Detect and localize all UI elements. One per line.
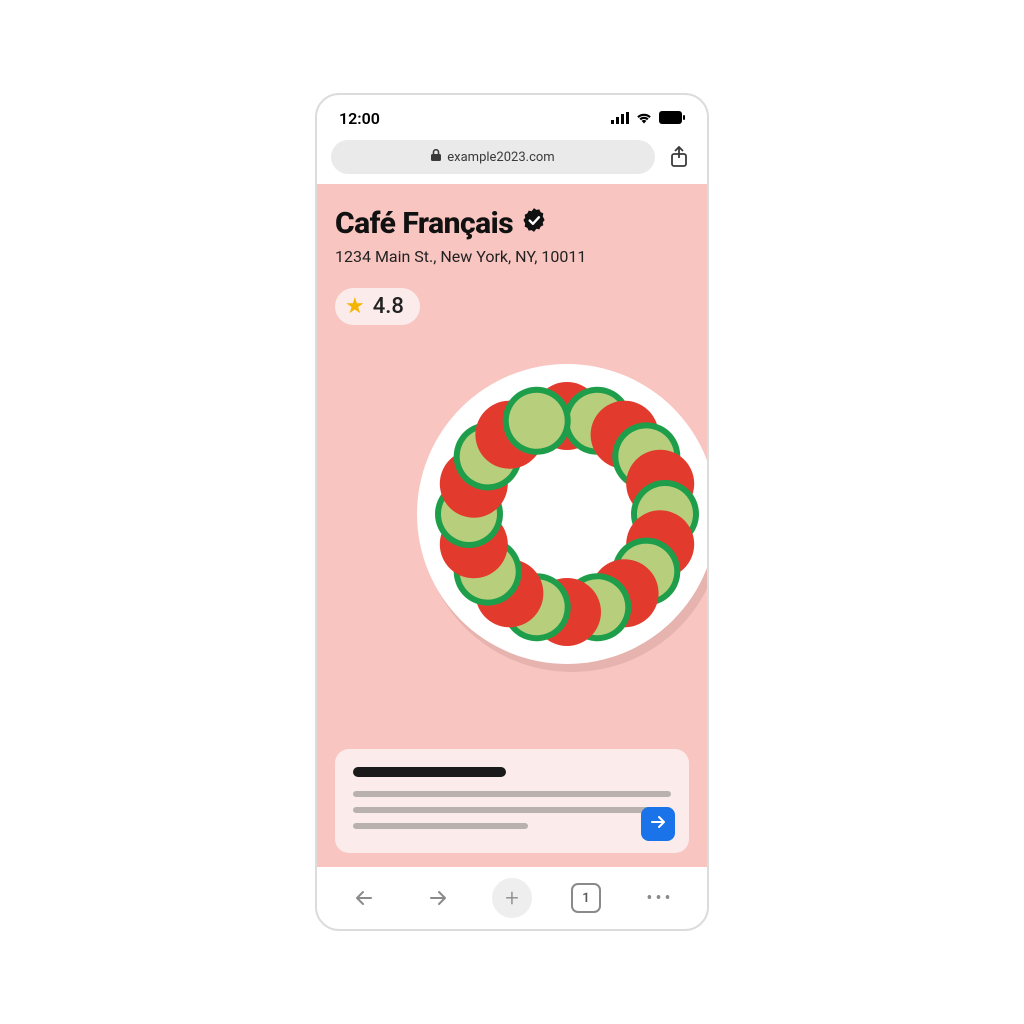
more-icon: ••• xyxy=(646,888,673,909)
status-bar: 12:00 xyxy=(317,95,707,134)
address-url: example2023.com xyxy=(447,150,554,165)
phone-frame: 12:00 example2023.com xyxy=(315,93,709,931)
card-text-placeholder xyxy=(353,823,528,829)
wifi-icon xyxy=(635,109,653,128)
browser-toolbar: example2023.com xyxy=(317,134,707,184)
browser-bottom-bar: + 1 ••• xyxy=(317,867,707,929)
restaurant-name: Café Français xyxy=(335,206,513,241)
menu-button[interactable]: ••• xyxy=(640,878,680,918)
rating-pill: ★ 4.8 xyxy=(335,288,420,325)
battery-icon xyxy=(659,109,685,128)
rating-value: 4.8 xyxy=(373,294,404,319)
arrow-right-icon xyxy=(649,813,667,835)
card-heading-placeholder xyxy=(353,767,506,777)
plus-icon: + xyxy=(505,884,519,912)
new-tab-button[interactable]: + xyxy=(492,878,532,918)
tabs-button[interactable]: 1 xyxy=(566,878,606,918)
card-text-placeholder xyxy=(353,791,671,797)
verified-badge-icon xyxy=(521,206,547,241)
lock-icon xyxy=(431,149,441,165)
info-card xyxy=(335,749,689,853)
restaurant-title: Café Français xyxy=(335,206,689,241)
forward-button[interactable] xyxy=(418,878,458,918)
restaurant-address: 1234 Main St., New York, NY, 10011 xyxy=(335,247,689,266)
status-time: 12:00 xyxy=(339,109,380,128)
address-bar[interactable]: example2023.com xyxy=(331,140,655,174)
share-button[interactable] xyxy=(665,143,693,171)
signal-icon xyxy=(611,109,629,128)
page-content: Café Français 1234 Main St., New York, N… xyxy=(317,184,707,867)
dish-illustration xyxy=(407,354,707,674)
card-action-button[interactable] xyxy=(641,807,675,841)
back-button[interactable] xyxy=(344,878,384,918)
card-text-placeholder xyxy=(353,807,671,813)
tab-count: 1 xyxy=(571,883,601,913)
star-icon: ★ xyxy=(345,296,365,318)
